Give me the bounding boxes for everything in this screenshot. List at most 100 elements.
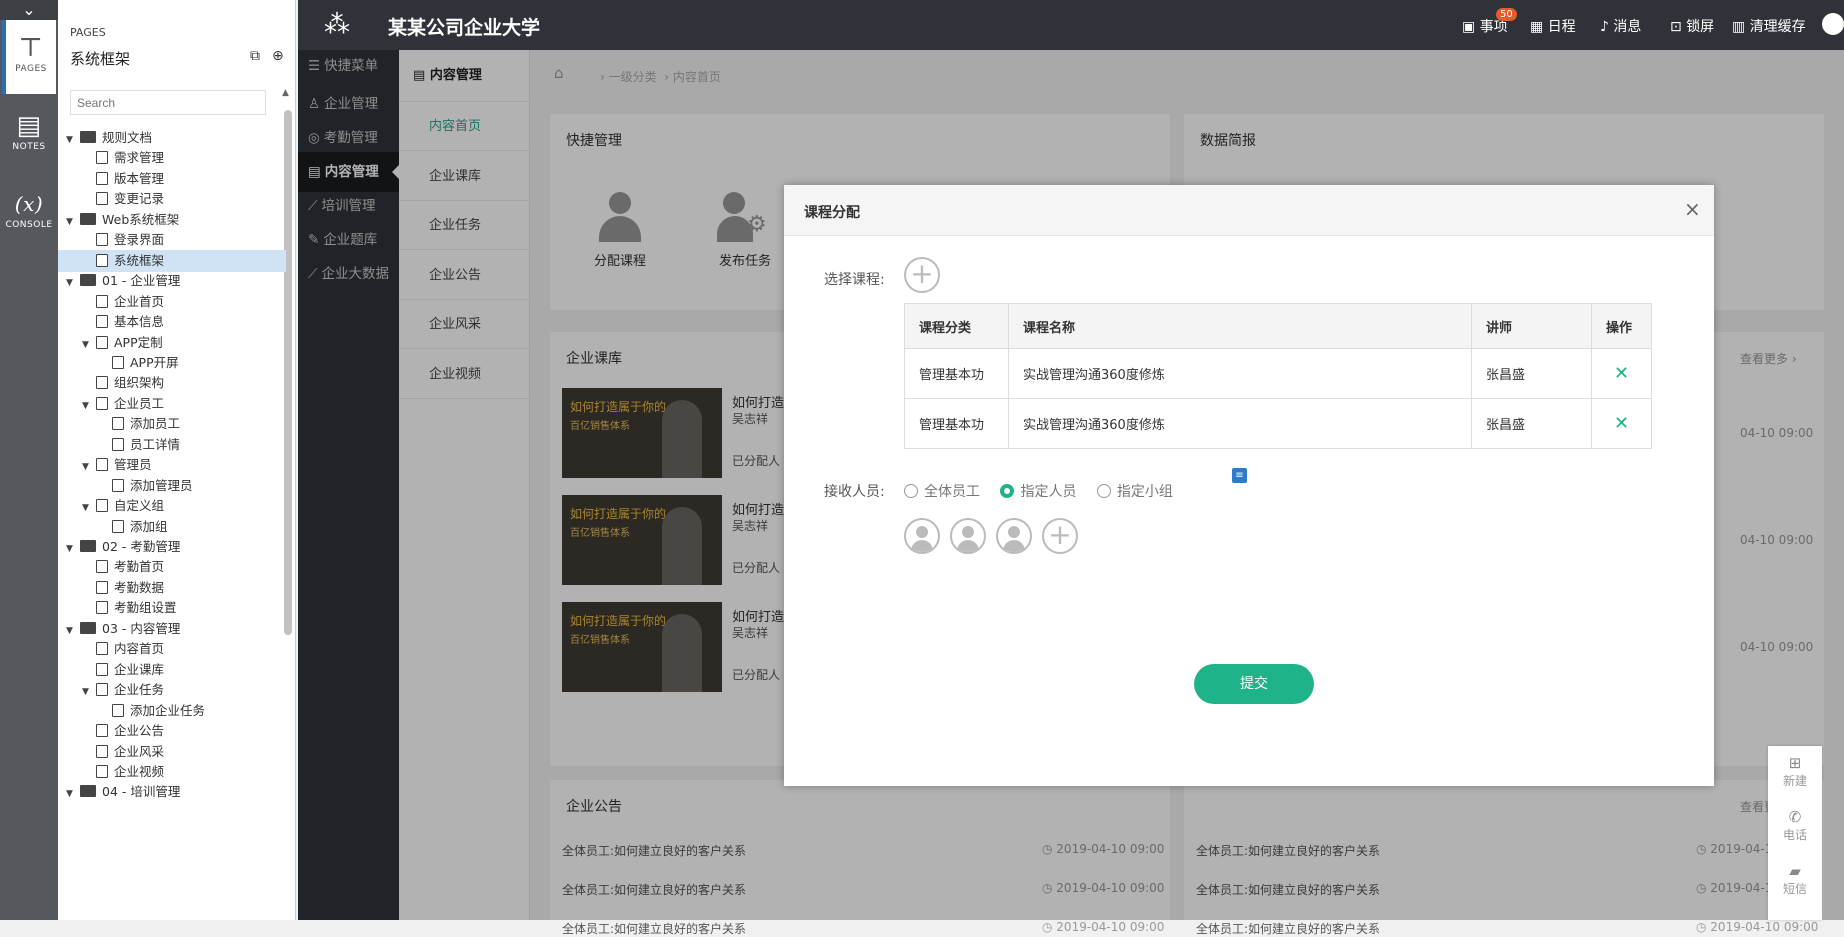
tree-node[interactable]: 考勤数据 (58, 577, 286, 599)
todo-badge: 50 (1496, 8, 1517, 21)
phone-button[interactable]: ✆ 电话 (1768, 808, 1822, 843)
expand-triangle-icon[interactable]: ▼ (66, 783, 80, 805)
tree-node[interactable]: 员工详情 (58, 434, 286, 456)
tree-node[interactable]: 企业公告 (58, 720, 286, 742)
tree-node[interactable]: 版本管理 (58, 168, 286, 190)
sms-button[interactable]: ▰ 短信 (1768, 862, 1822, 897)
sitemap-icon: ⊤ (18, 33, 44, 63)
radio-specified-group[interactable]: 指定小组 (1096, 484, 1173, 500)
tree-node-label: 企业风采 (114, 743, 165, 759)
submit-button[interactable]: 提交 (1194, 664, 1314, 704)
select-course-label: 选择课程: (824, 272, 885, 288)
tree-node[interactable]: 需求管理 (58, 147, 286, 169)
locate-page-icon[interactable]: ⊕ (272, 48, 284, 64)
tree-node[interactable]: ▼ 企业员工 (58, 393, 286, 415)
scroll-up-arrow-icon[interactable]: ▲ (282, 88, 289, 98)
tree-node-label: 考勤首页 (114, 559, 165, 575)
rail-notes-label: NOTES (12, 142, 46, 152)
user-avatar[interactable] (1822, 13, 1844, 35)
tree-node[interactable]: ▼ 03 - 内容管理 (58, 618, 286, 640)
tree-node[interactable]: 系统框架 (58, 249, 286, 272)
avatar[interactable] (996, 518, 1032, 554)
avatar[interactable] (904, 518, 940, 554)
table-header-row: 课程分类 课程名称 讲师 操作 (904, 303, 1652, 349)
tree-node-label: 03 - 内容管理 (102, 620, 181, 636)
calendar-icon: ▦ (1530, 19, 1544, 35)
notice-text[interactable]: 全体员工:如何建立良好的客户关系 (562, 920, 746, 937)
avatar[interactable] (950, 518, 986, 554)
tree-node[interactable]: 添加企业任务 (58, 700, 286, 722)
tree-node[interactable]: ▼ 02 - 考勤管理 (58, 536, 286, 558)
tree-node[interactable]: 添加员工 (58, 413, 286, 435)
page-icon (96, 764, 108, 778)
tree-node[interactable]: 考勤首页 (58, 556, 286, 578)
remove-row-icon[interactable]: ✕ (1614, 363, 1629, 384)
tree-node-label: 基本信息 (114, 314, 165, 330)
schedule-button[interactable]: ▦ 日程 (1530, 16, 1576, 36)
lock-screen-button[interactable]: ⊡ 锁屏 (1670, 16, 1714, 36)
tree-node[interactable]: 企业视频 (58, 761, 286, 783)
folder-icon (80, 785, 96, 798)
tree-node[interactable]: ▼ 04 - 培训管理 (58, 781, 286, 803)
tree-node[interactable]: 企业风采 (58, 741, 286, 763)
radio-specified-staff[interactable]: 指定人员 (1000, 484, 1076, 500)
page-icon (96, 171, 108, 185)
tree-node[interactable]: APP开屏 (58, 352, 286, 374)
radio-all-staff[interactable]: 全体员工 (904, 484, 980, 500)
modal-title: 课程分配 (804, 205, 860, 221)
tree-node[interactable]: ▼ 01 - 企业管理 (58, 270, 286, 292)
notice-text[interactable]: 全体员工:如何建立良好的客户关系 (1196, 920, 1380, 937)
tree-node[interactable]: 登录界面 (58, 229, 286, 251)
clear-cache-button[interactable]: ▥ 清理缓存 (1732, 16, 1806, 36)
tree-node[interactable]: ▼ APP定制 (58, 332, 286, 354)
add-course-icon[interactable]: + (904, 257, 940, 293)
tree-node[interactable]: 基本信息 (58, 311, 286, 333)
tree-node[interactable]: 添加组 (58, 516, 286, 538)
notice-time: ◷ 2019-04-10 09:00 (1042, 920, 1164, 934)
page-icon (96, 560, 108, 574)
messages-button[interactable]: ♪ 消息 (1600, 16, 1641, 36)
page-icon (96, 233, 108, 247)
tree-title: 系统框架 (70, 50, 131, 68)
tree-node-label: 规则文档 (102, 130, 153, 145)
rail-console-button[interactable]: (x) CONSOLE (2, 176, 56, 250)
tree-node-label: 添加企业任务 (130, 702, 206, 718)
tree-node-label: 变更记录 (114, 191, 165, 207)
notes-icon: ▤ (16, 111, 42, 141)
tree-node[interactable]: ▼ 管理员 (58, 454, 286, 476)
collapse-chevron-icon[interactable]: ⌄ (0, 0, 58, 20)
new-button[interactable]: ⊞ 新建 (1768, 754, 1822, 789)
edit-page-icon[interactable]: ⧉ (250, 48, 260, 64)
tree-node-label: 添加员工 (130, 416, 181, 432)
rail-notes-button[interactable]: ▤ NOTES (2, 98, 56, 172)
tree-node-label: 登录界面 (114, 232, 165, 248)
tree-node-label: 04 - 培训管理 (102, 784, 181, 800)
receiver-radio-group: 全体员工 指定人员 指定小组 (904, 481, 1173, 501)
tree-node[interactable]: 企业课库 (58, 659, 286, 681)
tree-node-label: 企业任务 (114, 682, 165, 698)
add-receiver-icon[interactable]: + (1042, 518, 1078, 554)
tree-node[interactable]: 内容首页 (58, 638, 286, 660)
tree-search-input[interactable] (70, 90, 266, 115)
close-icon[interactable]: × (1684, 197, 1701, 221)
page-icon (112, 437, 124, 451)
tree-node[interactable]: 添加管理员 (58, 475, 286, 497)
table-row: 管理基本功 实战管理沟通360度修炼 张昌盛 ✕ (904, 398, 1652, 449)
tree-node[interactable]: 考勤组设置 (58, 597, 286, 619)
tree-node[interactable]: 组织架构 (58, 372, 286, 394)
header-item-label: 锁屏 (1686, 19, 1715, 35)
tree-node-label: 组织架构 (114, 375, 165, 391)
tree-node[interactable]: 企业首页 (58, 291, 286, 313)
note-marker-icon[interactable]: ≡ (1232, 468, 1247, 483)
remove-row-icon[interactable]: ✕ (1614, 413, 1629, 434)
rail-pages-button[interactable]: ⊤ PAGES (2, 20, 56, 94)
page-icon (96, 642, 108, 656)
tree-node[interactable]: ▼ 自定义组 (58, 495, 286, 517)
tree-node[interactable]: ▼ Web系统框架 (58, 209, 286, 231)
clock-icon: ◷ (1042, 920, 1057, 934)
page-icon (96, 744, 108, 758)
tree-node[interactable]: ▼ 规则文档 (58, 127, 286, 149)
tree-node[interactable]: ▼ 企业任务 (58, 679, 286, 701)
lock-icon: ⊡ (1670, 19, 1682, 35)
tree-node[interactable]: 变更记录 (58, 188, 286, 210)
